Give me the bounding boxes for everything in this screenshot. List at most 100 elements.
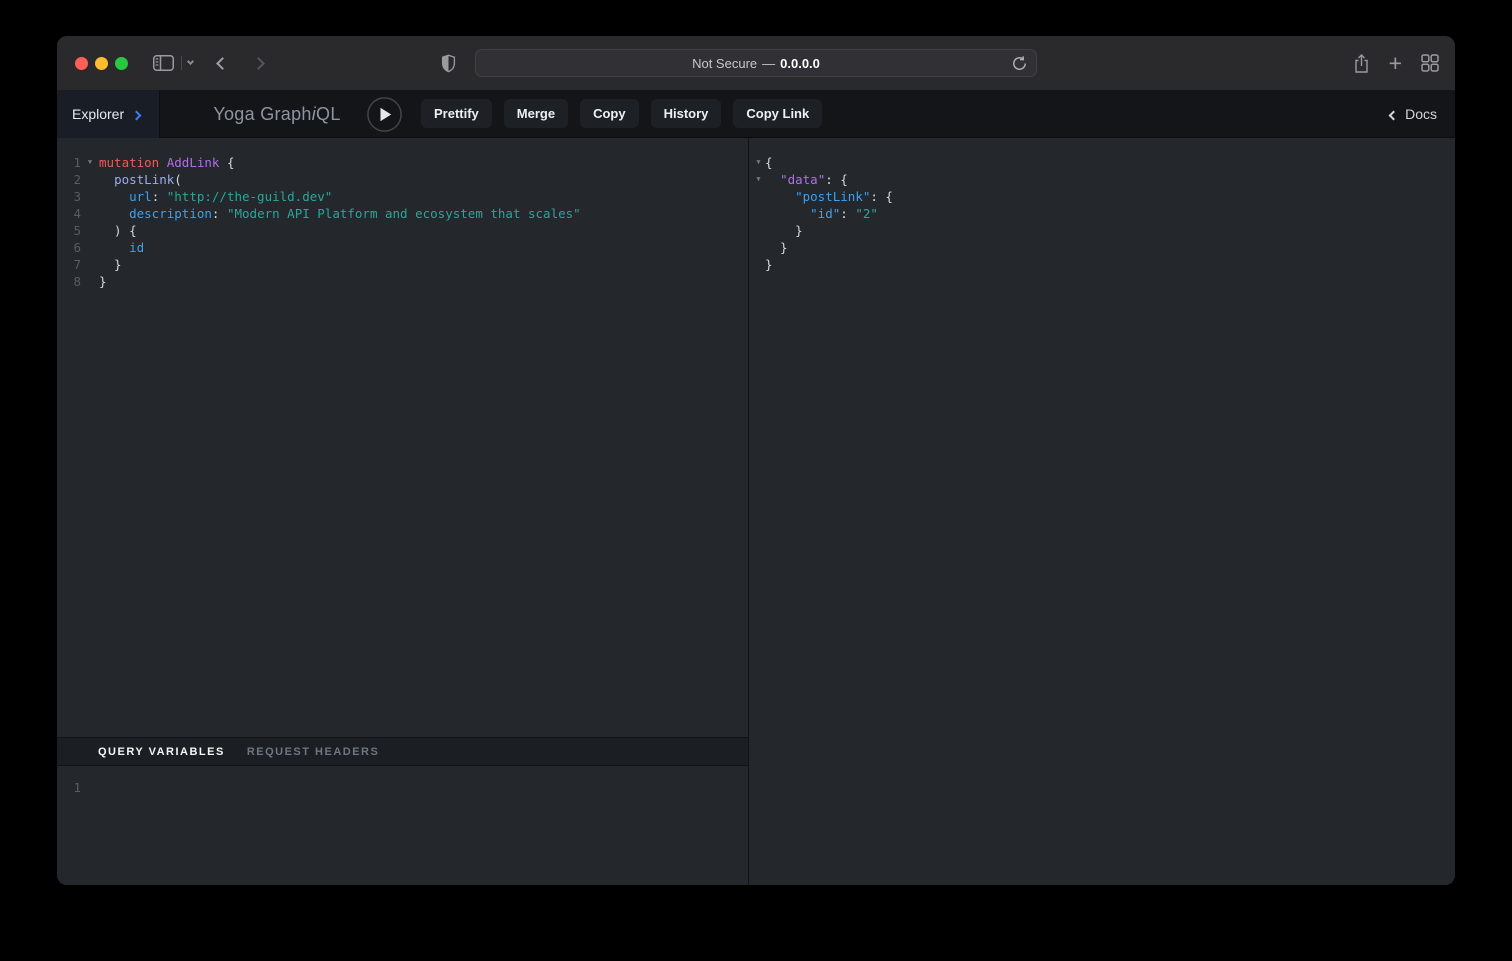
sidebar-menu-chevron-down-icon[interactable] (188, 59, 193, 64)
toolbar-buttons: Prettify Merge Copy History Copy Link (421, 99, 822, 128)
query-editor-lines: 1▼mutation AddLink {2 postLink(3 url: "h… (57, 154, 748, 290)
variables-editor[interactable]: 1 (57, 766, 748, 885)
code-text: "data": { (765, 171, 848, 188)
code-text: "id": "2" (765, 205, 878, 222)
fold-arrow-icon[interactable]: ▼ (752, 171, 765, 188)
response-lines: ▼{▼ "data": { "postLink": { "id": "2" } … (752, 154, 1455, 273)
sidebar-toggle-icon[interactable] (153, 55, 174, 71)
new-tab-icon[interactable]: + (1389, 52, 1402, 75)
code-line: ▼ "data": { (752, 171, 1455, 188)
code-line: 1 (57, 779, 748, 796)
fold-column (752, 222, 765, 239)
fold-column (81, 239, 99, 256)
forward-button[interactable] (254, 59, 263, 68)
code-line: 8} (57, 273, 748, 290)
docs-button[interactable]: Docs (1390, 90, 1437, 138)
code-line: 7 } (57, 256, 748, 273)
code-text: { (765, 154, 773, 171)
privacy-shield-icon[interactable] (441, 54, 456, 73)
window-controls (75, 57, 128, 70)
tab-overview-icon[interactable] (1421, 54, 1439, 72)
app-title: Yoga GraphiQL (202, 90, 352, 138)
code-text: url: "http://the-guild.dev" (99, 188, 332, 205)
code-line: "id": "2" (752, 205, 1455, 222)
address-host: 0.0.0.0 (780, 56, 820, 71)
line-number: 7 (57, 256, 81, 273)
code-text: ) { (99, 222, 137, 239)
code-line: 3 url: "http://the-guild.dev" (57, 188, 748, 205)
left-pane: 1▼mutation AddLink {2 postLink(3 url: "h… (57, 138, 748, 885)
code-text: } (99, 273, 107, 290)
code-text: } (99, 256, 122, 273)
fold-arrow-icon[interactable]: ▼ (752, 154, 765, 171)
line-number: 1 (57, 779, 81, 796)
graphiql-toolbar: Explorer Yoga GraphiQL Prettify Merge Co… (57, 90, 1455, 138)
merge-button[interactable]: Merge (504, 99, 568, 128)
chevron-right-icon (133, 106, 140, 124)
fold-column (81, 205, 99, 222)
code-text: mutation AddLink { (99, 154, 235, 171)
query-editor[interactable]: 1▼mutation AddLink {2 postLink(3 url: "h… (57, 138, 748, 737)
execute-query-button[interactable] (367, 97, 402, 132)
fold-column (81, 171, 99, 188)
address-separator: — (762, 56, 775, 71)
explorer-label: Explorer (72, 106, 124, 122)
fold-arrow-icon[interactable]: ▼ (81, 154, 99, 171)
line-number: 5 (57, 222, 81, 239)
share-icon[interactable] (1353, 53, 1370, 74)
reload-icon[interactable] (1011, 55, 1028, 72)
minimize-window-button[interactable] (95, 57, 108, 70)
line-number: 4 (57, 205, 81, 222)
fold-column (81, 256, 99, 273)
code-line: } (752, 239, 1455, 256)
graphiql-content: 1▼mutation AddLink {2 postLink(3 url: "h… (57, 138, 1455, 885)
close-window-button[interactable] (75, 57, 88, 70)
history-button[interactable]: History (651, 99, 722, 128)
address-bar[interactable]: Not Secure — 0.0.0.0 (475, 49, 1037, 77)
response-viewer[interactable]: ▼{▼ "data": { "postLink": { "id": "2" } … (749, 138, 1455, 885)
fold-column (752, 205, 765, 222)
code-text: } (765, 222, 803, 239)
play-icon (381, 108, 392, 121)
line-number: 3 (57, 188, 81, 205)
line-number: 6 (57, 239, 81, 256)
code-line: } (752, 222, 1455, 239)
titlebar-right-icons: + (1353, 36, 1439, 90)
zoom-window-button[interactable] (115, 57, 128, 70)
code-line: ▼{ (752, 154, 1455, 171)
copy-button[interactable]: Copy (580, 99, 639, 128)
chevron-left-icon (1390, 106, 1397, 122)
toolbar-separator (181, 56, 182, 70)
tab-request-headers[interactable]: REQUEST HEADERS (247, 746, 380, 758)
code-line: "postLink": { (752, 188, 1455, 205)
back-button[interactable] (218, 59, 227, 68)
line-number: 2 (57, 171, 81, 188)
code-line: 1▼mutation AddLink { (57, 154, 748, 171)
browser-window: Not Secure — 0.0.0.0 + (57, 36, 1455, 885)
fold-column (752, 188, 765, 205)
fold-column (752, 239, 765, 256)
code-text: postLink( (99, 171, 182, 188)
code-text: "postLink": { (765, 188, 893, 205)
code-line: 5 ) { (57, 222, 748, 239)
code-line: } (752, 256, 1455, 273)
security-label: Not Secure (692, 56, 757, 71)
code-text: } (765, 256, 773, 273)
code-line: 4 description: "Modern API Platform and … (57, 205, 748, 222)
code-line: 6 id (57, 239, 748, 256)
fold-column (81, 188, 99, 205)
code-text: description: "Modern API Platform and ec… (99, 205, 581, 222)
code-text: id (99, 239, 144, 256)
prettify-button[interactable]: Prettify (421, 99, 492, 128)
secondary-tabs: QUERY VARIABLES REQUEST HEADERS (57, 737, 748, 766)
tab-query-variables[interactable]: QUERY VARIABLES (98, 746, 225, 758)
fold-column (752, 256, 765, 273)
code-line: 2 postLink( (57, 171, 748, 188)
fold-column (81, 273, 99, 290)
line-number: 8 (57, 273, 81, 290)
browser-titlebar: Not Secure — 0.0.0.0 + (57, 36, 1455, 90)
copy-link-button[interactable]: Copy Link (733, 99, 822, 128)
variables-lines: 1 (57, 779, 748, 796)
explorer-toggle[interactable]: Explorer (57, 90, 160, 138)
code-text: } (765, 239, 788, 256)
